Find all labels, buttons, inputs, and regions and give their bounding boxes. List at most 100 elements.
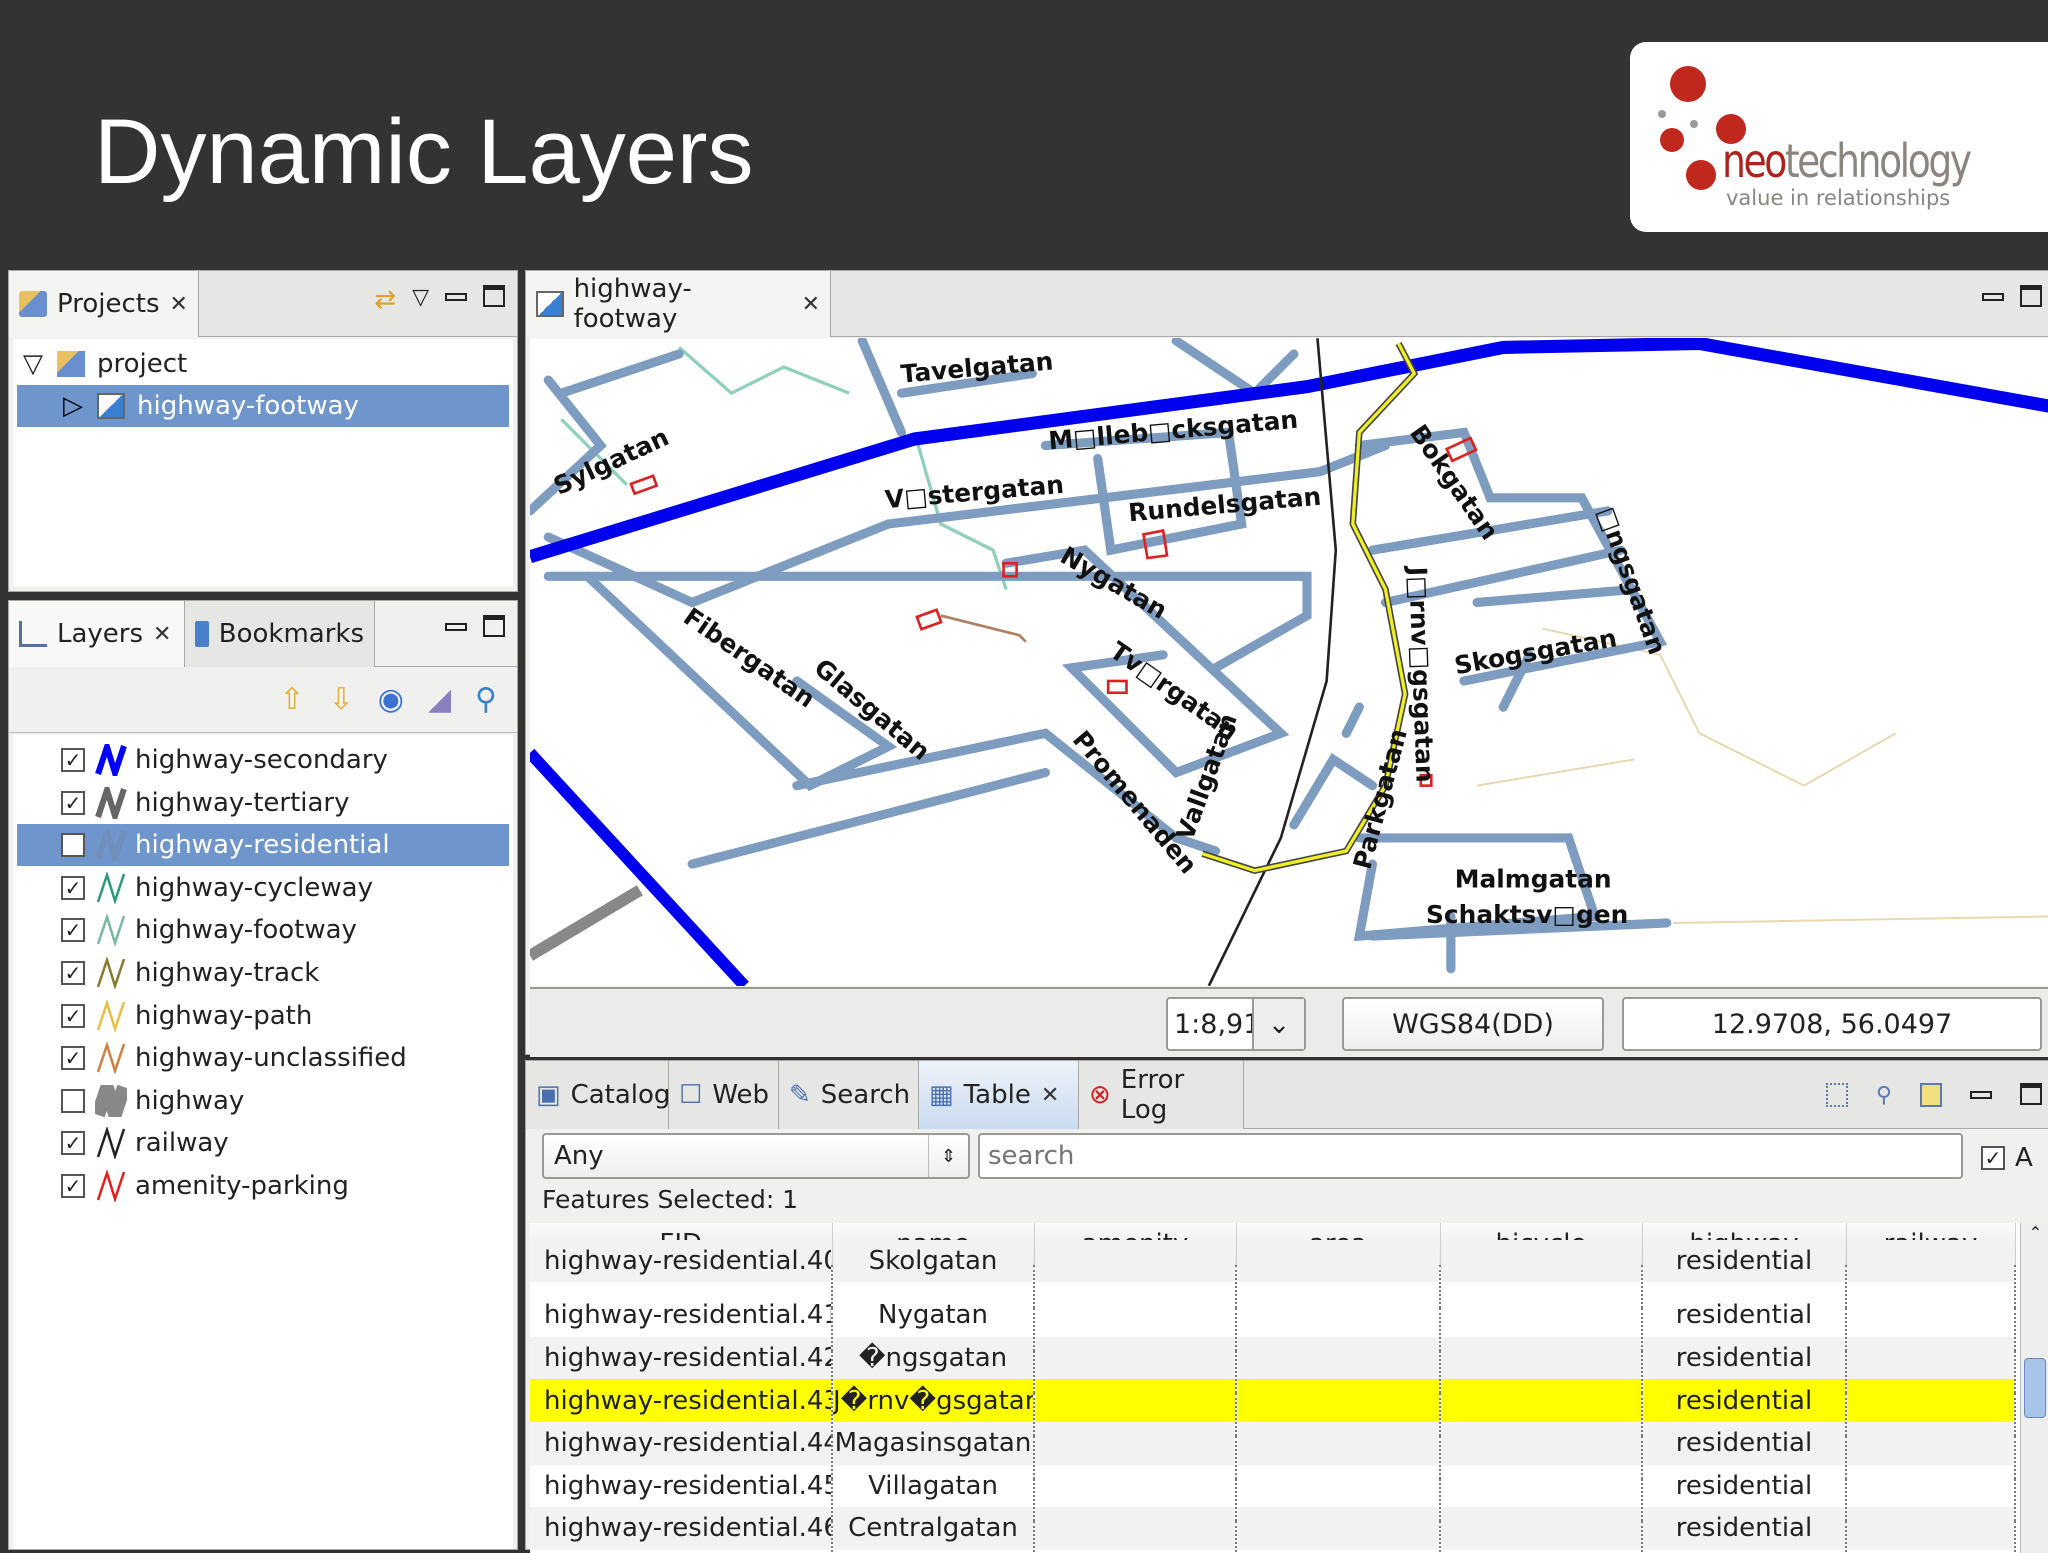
minimize-icon[interactable] [1970, 1091, 1992, 1099]
zoom-selection-icon[interactable]: ⚲ [1876, 1083, 1892, 1108]
table-cell: highway-residential.43 [530, 1379, 833, 1422]
view-menu-icon[interactable]: ▽ [412, 285, 429, 315]
tab-web[interactable]: ☐ Web [669, 1061, 779, 1129]
layer-visibility-checkbox[interactable]: ✓ [61, 1174, 85, 1198]
minimize-icon[interactable] [445, 623, 467, 631]
tree-item-highway-footway[interactable]: ▷ highway-footway [17, 385, 509, 427]
table-row[interactable]: highway-residential.46 Centralgatan reside… [530, 1507, 2016, 1550]
search-icon: ✎ [789, 1080, 811, 1110]
move-down-icon[interactable]: ⇩ [329, 682, 354, 717]
table-cell: residential [1642, 1507, 1847, 1550]
layer-item[interactable]: ✓ highway-tertiary [17, 782, 509, 824]
table-row[interactable]: highway-residential.42 �ngsgatan residenti… [530, 1336, 2016, 1380]
table-cell [1846, 1507, 2016, 1550]
layer-visibility-checkbox[interactable]: ✓ [61, 790, 85, 815]
error-log-icon: ⊗ [1089, 1080, 1111, 1110]
layers-toolbar: ⇧ ⇩ ◉ ◢ ⚲ [9, 667, 517, 733]
search-input[interactable] [978, 1133, 1963, 1179]
layer-item[interactable]: ✓ highway-track [17, 952, 509, 994]
map-status-bar: 1:8,91⁴ ⌄ WGS84(DD) 12.9708, 56.0497 [530, 987, 2048, 1057]
tab-map[interactable]: highway-footway ✕ [526, 271, 831, 337]
minimize-icon[interactable] [445, 293, 467, 301]
layer-item[interactable]: ✓ highway-residential [17, 824, 509, 867]
layer-visibility-checkbox[interactable] [61, 1088, 85, 1113]
close-icon[interactable]: ✕ [153, 622, 171, 647]
ruler-icon[interactable]: ◢ [428, 682, 451, 717]
logo-tagline: value in relationships [1726, 186, 1951, 210]
attribute-table[interactable]: FIDnameamenityareabicyclehighwayrailway … [530, 1223, 2020, 1553]
tab-error-log[interactable]: ⊗ Error Log [1079, 1061, 1244, 1129]
table-row[interactable]: highway-residential.45 Villagatan resident… [530, 1464, 2016, 1508]
tree-item-project[interactable]: ▽ project [17, 343, 509, 385]
layer-visibility-checkbox[interactable]: ✓ [61, 1131, 85, 1156]
close-icon[interactable]: ✕ [170, 292, 188, 317]
layer-visibility-checkbox[interactable]: ✓ [61, 918, 85, 943]
web-icon: ☐ [679, 1080, 703, 1110]
line-style-icon [96, 957, 126, 989]
layer-visibility-checkbox[interactable]: ✓ [61, 875, 85, 900]
maximize-icon[interactable] [2020, 1083, 2042, 1105]
table-cell [1236, 1507, 1441, 1550]
checkbox[interactable]: ✓ [1981, 1146, 2005, 1170]
tab-projects[interactable]: Projects ✕ [9, 271, 199, 337]
line-style-icon [96, 1042, 126, 1075]
attribute-filter-select[interactable]: Any ⇕ [542, 1133, 970, 1179]
layer-visibility-checkbox[interactable]: ✓ [61, 1003, 85, 1028]
promote-selection-icon[interactable] [1920, 1083, 1942, 1107]
maximize-icon[interactable] [483, 615, 505, 637]
tab-label: highway-footway [573, 274, 692, 334]
table-cell [1034, 1464, 1237, 1508]
select-value: Any [554, 1141, 604, 1171]
layer-item[interactable]: ✓ highway-unclassified [17, 1037, 509, 1079]
layer-visibility-checkbox[interactable]: ✓ [61, 961, 85, 985]
option-checkbox[interactable]: ✓ A [1981, 1143, 2033, 1173]
layer-item[interactable]: ✓ highway-secondary [17, 739, 509, 781]
tree-label: project [97, 349, 188, 379]
table-scrollbar[interactable]: ⌃ [2020, 1223, 2048, 1553]
layer-item[interactable]: ✓ highway-path [17, 995, 509, 1037]
scroll-up-icon[interactable]: ⌃ [2021, 1223, 2048, 1242]
table-row[interactable]: highway-residential.41 Nygatan residential [530, 1294, 2016, 1337]
layer-name: highway-tertiary [135, 787, 350, 818]
chevron-down-icon[interactable]: ⌄ [1252, 999, 1304, 1049]
close-icon[interactable]: ✕ [802, 292, 820, 317]
layer-visibility-checkbox[interactable]: ✓ [61, 833, 85, 858]
table-cell [1846, 1336, 2016, 1380]
table-cell [1846, 1379, 2016, 1422]
expand-icon[interactable]: ▷ [17, 391, 97, 421]
layer-item[interactable]: ✓ highway-footway [17, 909, 509, 951]
zoom-to-layer-icon[interactable]: ⚲ [475, 682, 497, 717]
map-icon [97, 393, 125, 419]
layer-item[interactable]: ✓ railway [17, 1122, 509, 1164]
layers-icon [19, 621, 47, 647]
layer-visibility-checkbox[interactable]: ✓ [61, 748, 85, 772]
scale-combo[interactable]: 1:8,91⁴ ⌄ [1166, 997, 1306, 1051]
tab-search[interactable]: ✎ Search [779, 1061, 919, 1129]
style-icon[interactable]: ◉ [378, 682, 404, 717]
close-icon[interactable]: ✕ [1041, 1083, 1059, 1108]
table-row[interactable]: highway-residential.44 Magasinsgatan resid… [530, 1421, 2016, 1465]
table-row[interactable]: highway-residential.40 Skolgatan residenti… [530, 1239, 2016, 1283]
maximize-icon[interactable] [483, 285, 505, 307]
table-icon: ▦ [929, 1080, 954, 1110]
layer-item[interactable]: ✓ amenity-parking [17, 1165, 509, 1207]
tab-catalog[interactable]: ▣ Catalog [526, 1061, 670, 1129]
tab-table[interactable]: ▦ Table ✕ [919, 1061, 1079, 1129]
maximize-icon[interactable] [2020, 285, 2042, 307]
tab-layers[interactable]: Layers ✕ [9, 601, 185, 667]
layer-item[interactable]: highway [17, 1080, 509, 1122]
crs-button[interactable]: WGS84(DD) [1342, 997, 1604, 1051]
map-canvas[interactable]: TavelgatanSylgatan M□lleb□cksgatanV□sterg… [530, 338, 2048, 986]
move-up-icon[interactable]: ⇧ [279, 682, 304, 717]
layer-item[interactable]: ✓ highway-cycleway [17, 867, 509, 909]
tab-bookmarks[interactable]: Bookmarks [185, 601, 375, 667]
table-cell [1846, 1421, 2016, 1465]
collapse-icon[interactable]: ▽ [17, 349, 57, 379]
line-style-icon [96, 871, 126, 904]
layer-visibility-checkbox[interactable]: ✓ [61, 1046, 85, 1071]
minimize-icon[interactable] [1982, 293, 2004, 301]
select-all-icon[interactable] [1825, 1083, 1848, 1107]
table-row[interactable]: highway-residential.43 J�rnv�gsgatan resid… [530, 1379, 2016, 1422]
link-icon[interactable]: ⇄ [374, 285, 396, 315]
scroll-thumb[interactable] [2024, 1358, 2046, 1418]
